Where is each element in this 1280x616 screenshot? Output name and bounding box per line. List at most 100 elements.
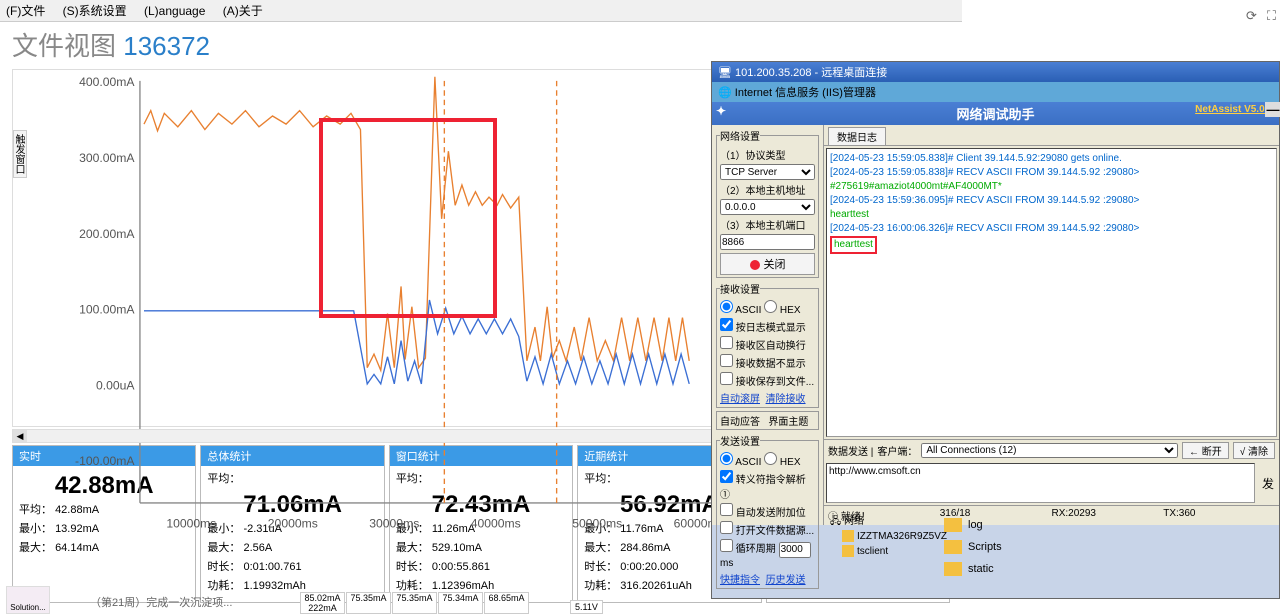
solution-explorer-tab[interactable]: Solution...: [6, 586, 50, 614]
expand-icon[interactable]: ⛶: [1267, 8, 1276, 24]
menu-language[interactable]: (L)anguage: [144, 4, 205, 18]
trigger-window-tab[interactable]: 触发窗口: [13, 130, 27, 178]
client-select[interactable]: All Connections (12): [921, 443, 1178, 458]
proto-select[interactable]: TCP Server: [720, 164, 815, 180]
stat-label: 功耗：: [207, 580, 240, 592]
folder-list: logScriptsstatic: [944, 514, 1002, 580]
svg-text:400.00mA: 400.00mA: [79, 75, 135, 89]
opt2-check[interactable]: [720, 336, 733, 349]
svg-text:50000ms: 50000ms: [572, 516, 622, 530]
sopt3-check[interactable]: [720, 521, 733, 534]
stat-label: 时长：: [207, 561, 240, 573]
stat-value: 0:00:55.861: [432, 561, 490, 573]
svg-text:300.00mA: 300.00mA: [79, 151, 135, 165]
sopt2-check[interactable]: [720, 503, 733, 516]
send-label: 数据发送 |: [828, 443, 873, 458]
scroll-left-icon[interactable]: ◀: [13, 430, 27, 442]
port-label: （3）本地主机端口: [720, 217, 815, 232]
menu-system[interactable]: (S)系统设置: [63, 4, 127, 18]
refresh-icon[interactable]: ⟳: [1246, 8, 1257, 24]
send-button[interactable]: 发: [1257, 461, 1279, 505]
disconnect-button[interactable]: ← 断开: [1182, 442, 1229, 459]
record-icon: [750, 260, 760, 270]
log-line: [2024-05-23 15:59:05.838]# Client 39.144…: [830, 152, 1273, 166]
log-line: hearttest: [830, 208, 1273, 222]
rdp-titlebar[interactable]: 🖥 101.200.35.208 - 远程桌面连接: [712, 62, 1279, 82]
hex-radio[interactable]: [764, 300, 777, 313]
minimize-icon[interactable]: —: [1265, 102, 1280, 117]
svg-text:0.00uA: 0.00uA: [96, 378, 135, 392]
svg-text:-100.00mA: -100.00mA: [75, 454, 135, 468]
netassist-title: 网络调试助手 NetAssist V5.0.2 ✦ —: [712, 102, 1279, 125]
stat-value: 1.12396mAh: [432, 580, 494, 592]
network-tree: 🖧 网络 IZZTMA326R9Z5VZ tsclient: [830, 514, 947, 559]
port-input[interactable]: [720, 234, 815, 250]
host-label: （2）本地主机地址: [720, 182, 815, 197]
svg-text:10000ms: 10000ms: [166, 516, 216, 530]
ascii-radio[interactable]: [720, 300, 733, 313]
client-label: 客户端：: [877, 443, 917, 458]
clear-button[interactable]: √ 清除: [1233, 442, 1275, 459]
folder-icon: [944, 518, 962, 532]
stat-label: 功耗：: [396, 580, 429, 592]
folder-item[interactable]: log: [944, 514, 1002, 536]
stat-value: 0:01:00.761: [243, 561, 301, 573]
menu-about[interactable]: (A)关于: [223, 4, 263, 18]
tree-item[interactable]: tsclient: [857, 546, 888, 557]
menubar: (F)文件 (S)系统设置 (L)anguage (A)关于: [0, 0, 962, 22]
folder-icon: [944, 540, 962, 554]
sopt4-check[interactable]: [720, 539, 733, 552]
log-area[interactable]: [2024-05-23 15:59:05.838]# Client 39.144…: [826, 148, 1277, 437]
mini-readouts: 85.02mA222mA75.35mA75.35mA75.34mA68.65mA: [300, 592, 529, 614]
tree-root[interactable]: 🖧 网络: [830, 514, 947, 529]
tab-datalog[interactable]: 数据日志: [828, 127, 886, 145]
clear-recv-link[interactable]: 清除接收: [766, 394, 806, 405]
svg-text:200.00mA: 200.00mA: [79, 227, 135, 241]
iis-titlebar: 🌐 Internet 信息服务 (IIS)管理器: [712, 82, 1279, 102]
settings-panel: 网络设置 （1）协议类型 TCP Server （2）本地主机地址 0.0.0.…: [712, 125, 824, 525]
opt4-check[interactable]: [720, 372, 733, 385]
theme-tab[interactable]: 界面主题: [768, 417, 808, 428]
shortcut-link[interactable]: 快捷指令: [720, 575, 760, 586]
history-link[interactable]: 历史发送: [766, 575, 806, 586]
stat-value: 0:00:20.000: [620, 561, 678, 573]
stat-label: 时长：: [584, 561, 617, 573]
stat-value: 1.19932mAh: [243, 580, 305, 592]
autoresp-tab[interactable]: 自动应答: [720, 417, 760, 428]
send-textbox[interactable]: http://www.cmsoft.cn: [826, 463, 1255, 503]
mini-readout: 68.65mA: [484, 592, 529, 614]
mini-readout: 75.35mA: [392, 592, 437, 614]
cycle-input[interactable]: [779, 542, 811, 558]
send-ascii-radio[interactable]: [720, 452, 733, 465]
close-button[interactable]: 关闭: [720, 253, 815, 275]
opt3-check[interactable]: [720, 354, 733, 367]
log-line: #275619#amaziot4000mt#AF4000MT*: [830, 180, 1273, 194]
taskbar-item[interactable]: （第21周）完成一次沉淀项...: [90, 594, 232, 610]
log-line: hearttest: [830, 236, 1273, 254]
svg-text:20000ms: 20000ms: [268, 516, 318, 530]
folder-item[interactable]: static: [944, 558, 1002, 580]
y-axis: 400.00mA 300.00mA 200.00mA 100.00mA 0.00…: [75, 75, 135, 468]
recv-settings-group: 接收设置 ASCII HEX 按日志模式显示 接收区自动换行 接收数据不显示 接…: [716, 281, 819, 408]
autoscroll-link[interactable]: 自动滚屏: [720, 394, 760, 405]
svg-text:40000ms: 40000ms: [471, 516, 521, 530]
stat-label: 时长：: [396, 561, 429, 573]
sopt1-check[interactable]: [720, 470, 733, 483]
app-icon: ✦: [716, 104, 726, 118]
tree-item[interactable]: IZZTMA326R9Z5VZ: [857, 531, 947, 542]
computer-icon: [842, 530, 854, 542]
host-select[interactable]: 0.0.0.0: [720, 199, 815, 215]
log-line: [2024-05-23 15:59:36.095]# RECV ASCII FR…: [830, 194, 1273, 208]
folder-item[interactable]: Scripts: [944, 536, 1002, 558]
send-hex-radio[interactable]: [764, 452, 777, 465]
log-line: [2024-05-23 15:59:05.838]# RECV ASCII FR…: [830, 166, 1273, 180]
opt1-check[interactable]: [720, 318, 733, 331]
menu-file[interactable]: (F)文件: [6, 4, 45, 18]
computer-icon: [842, 545, 854, 557]
mini-readout: 75.34mA: [438, 592, 483, 614]
stat-label: 功耗：: [584, 580, 617, 592]
log-line: [2024-05-23 16:00:06.326]# RECV ASCII FR…: [830, 222, 1273, 236]
annotation-highlight-box: [319, 118, 497, 318]
netassist-brand[interactable]: NetAssist V5.0.2: [1195, 104, 1273, 115]
log-highlight: hearttest: [830, 236, 877, 254]
